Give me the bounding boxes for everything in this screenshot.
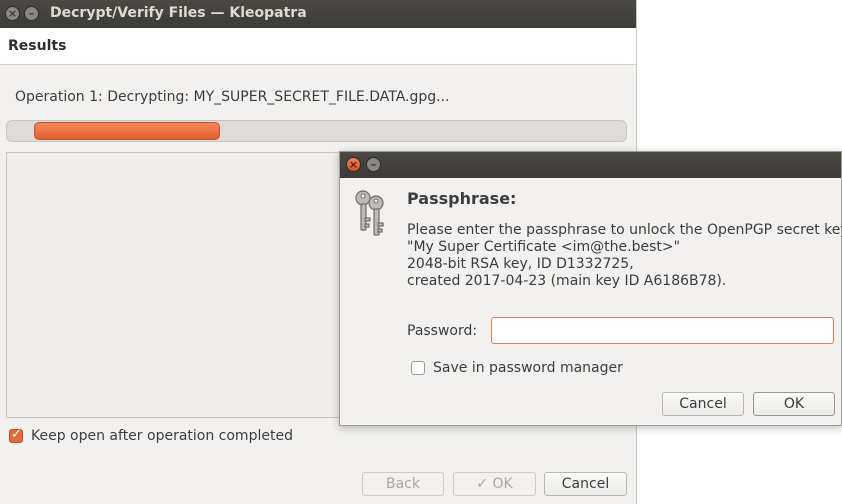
checkmark-icon[interactable] <box>9 427 23 443</box>
passphrase-dialog: × – Passphrase: Please enter the passphr… <box>339 151 842 426</box>
dialog-heading: Passphrase: <box>407 189 517 208</box>
progress-fill <box>34 122 220 140</box>
save-password-checkbox[interactable]: Save in password manager <box>411 360 623 376</box>
keys-icon <box>355 190 384 236</box>
back-button[interactable]: Back <box>362 472 444 496</box>
message-line: 2048-bit RSA key, ID D1332725, <box>407 256 634 272</box>
keep-open-checkbox[interactable]: Keep open after operation completed <box>9 427 293 444</box>
minimize-icon[interactable]: – <box>366 157 381 172</box>
results-label: Results <box>8 38 67 54</box>
checkmark-icon: ✓ <box>476 476 493 492</box>
message-line: Please enter the passphrase to unlock th… <box>407 222 842 238</box>
keep-open-label: Keep open after operation completed <box>31 428 293 444</box>
window-title: Decrypt/Verify Files — Kleopatra <box>50 5 307 21</box>
dialog-ok-button[interactable]: OK <box>753 392 835 416</box>
ok-button-label: OK <box>492 476 513 492</box>
ok-button[interactable]: ✓ OK <box>453 472 536 496</box>
minimize-icon[interactable]: – <box>24 6 39 21</box>
results-area <box>6 152 346 418</box>
close-icon[interactable]: × <box>346 157 361 172</box>
message-line: "My Super Certificate <im@the.best>" <box>407 239 681 255</box>
results-header: Results <box>0 28 636 65</box>
save-password-label: Save in password manager <box>433 360 623 376</box>
dialog-cancel-button[interactable]: Cancel <box>662 392 744 416</box>
operation-status-text: Operation 1: Decrypting: MY_SUPER_SECRET… <box>15 89 450 105</box>
main-titlebar[interactable]: × – Decrypt/Verify Files — Kleopatra <box>0 0 636 28</box>
password-label: Password: <box>407 323 478 339</box>
close-icon[interactable]: × <box>5 6 20 21</box>
checkbox-box[interactable] <box>411 361 425 375</box>
cancel-button[interactable]: Cancel <box>544 472 627 496</box>
message-line: created 2017-04-23 (main key ID A6186B78… <box>407 273 727 289</box>
dialog-message: Please enter the passphrase to unlock th… <box>407 222 842 290</box>
progress-bar <box>6 120 627 142</box>
password-input[interactable] <box>491 317 834 344</box>
dialog-titlebar[interactable]: × – <box>340 152 841 178</box>
